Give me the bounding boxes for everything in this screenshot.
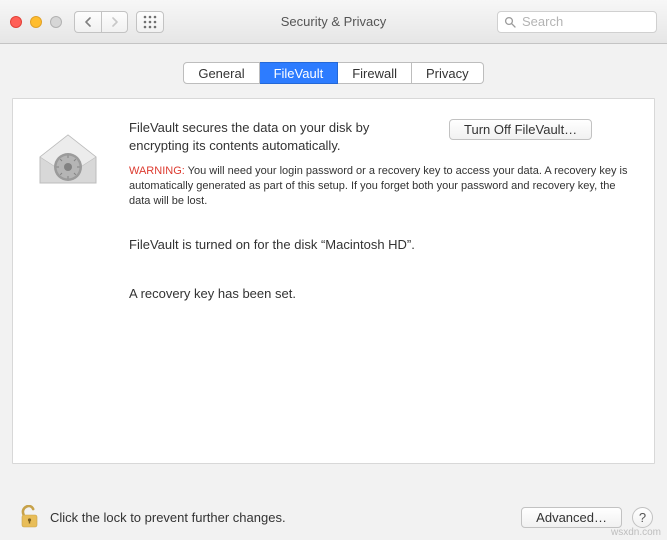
content-area: General FileVault Firewall Privacy xyxy=(0,44,667,494)
search-input[interactable] xyxy=(522,14,650,29)
tab-bar: General FileVault Firewall Privacy xyxy=(0,44,667,84)
show-all-button[interactable] xyxy=(136,11,164,33)
watermark-text: wsxdn.com xyxy=(611,527,661,538)
grid-icon xyxy=(143,15,157,29)
filevault-status: FileVault is turned on for the disk “Mac… xyxy=(129,237,632,252)
advanced-button[interactable]: Advanced… xyxy=(521,507,622,528)
chevron-right-icon xyxy=(111,17,119,27)
help-button[interactable]: ? xyxy=(632,507,653,528)
lock-text: Click the lock to prevent further change… xyxy=(50,510,286,525)
filevault-panel: FileVault secures the data on your disk … xyxy=(12,98,655,464)
filevault-description: FileVault secures the data on your disk … xyxy=(129,119,429,154)
minimize-window-button[interactable] xyxy=(30,16,42,28)
maximize-window-button xyxy=(50,16,62,28)
back-button[interactable] xyxy=(74,11,101,33)
close-window-button[interactable] xyxy=(10,16,22,28)
nav-buttons xyxy=(74,11,128,33)
titlebar: Security & Privacy xyxy=(0,0,667,44)
forward-button[interactable] xyxy=(101,11,128,33)
filevault-warning: WARNING: You will need your login passwo… xyxy=(129,164,632,209)
tab-filevault[interactable]: FileVault xyxy=(260,62,339,84)
tab-privacy[interactable]: Privacy xyxy=(412,62,484,84)
recovery-key-status: A recovery key has been set. xyxy=(129,286,632,301)
lock-icon[interactable] xyxy=(20,505,40,529)
search-icon xyxy=(504,16,516,28)
search-field[interactable] xyxy=(497,11,657,33)
panel-body: FileVault secures the data on your disk … xyxy=(115,119,632,463)
turn-off-filevault-button[interactable]: Turn Off FileVault… xyxy=(449,119,592,140)
chevron-left-icon xyxy=(84,17,92,27)
tab-firewall[interactable]: Firewall xyxy=(338,62,412,84)
warning-label: WARNING: xyxy=(129,165,185,177)
footer-bar: Click the lock to prevent further change… xyxy=(0,494,667,540)
warning-text: You will need your login password or a r… xyxy=(129,165,627,207)
tab-general[interactable]: General xyxy=(183,62,259,84)
traffic-lights xyxy=(10,16,62,28)
panel-icon-column xyxy=(35,119,115,463)
filevault-icon xyxy=(35,127,115,187)
